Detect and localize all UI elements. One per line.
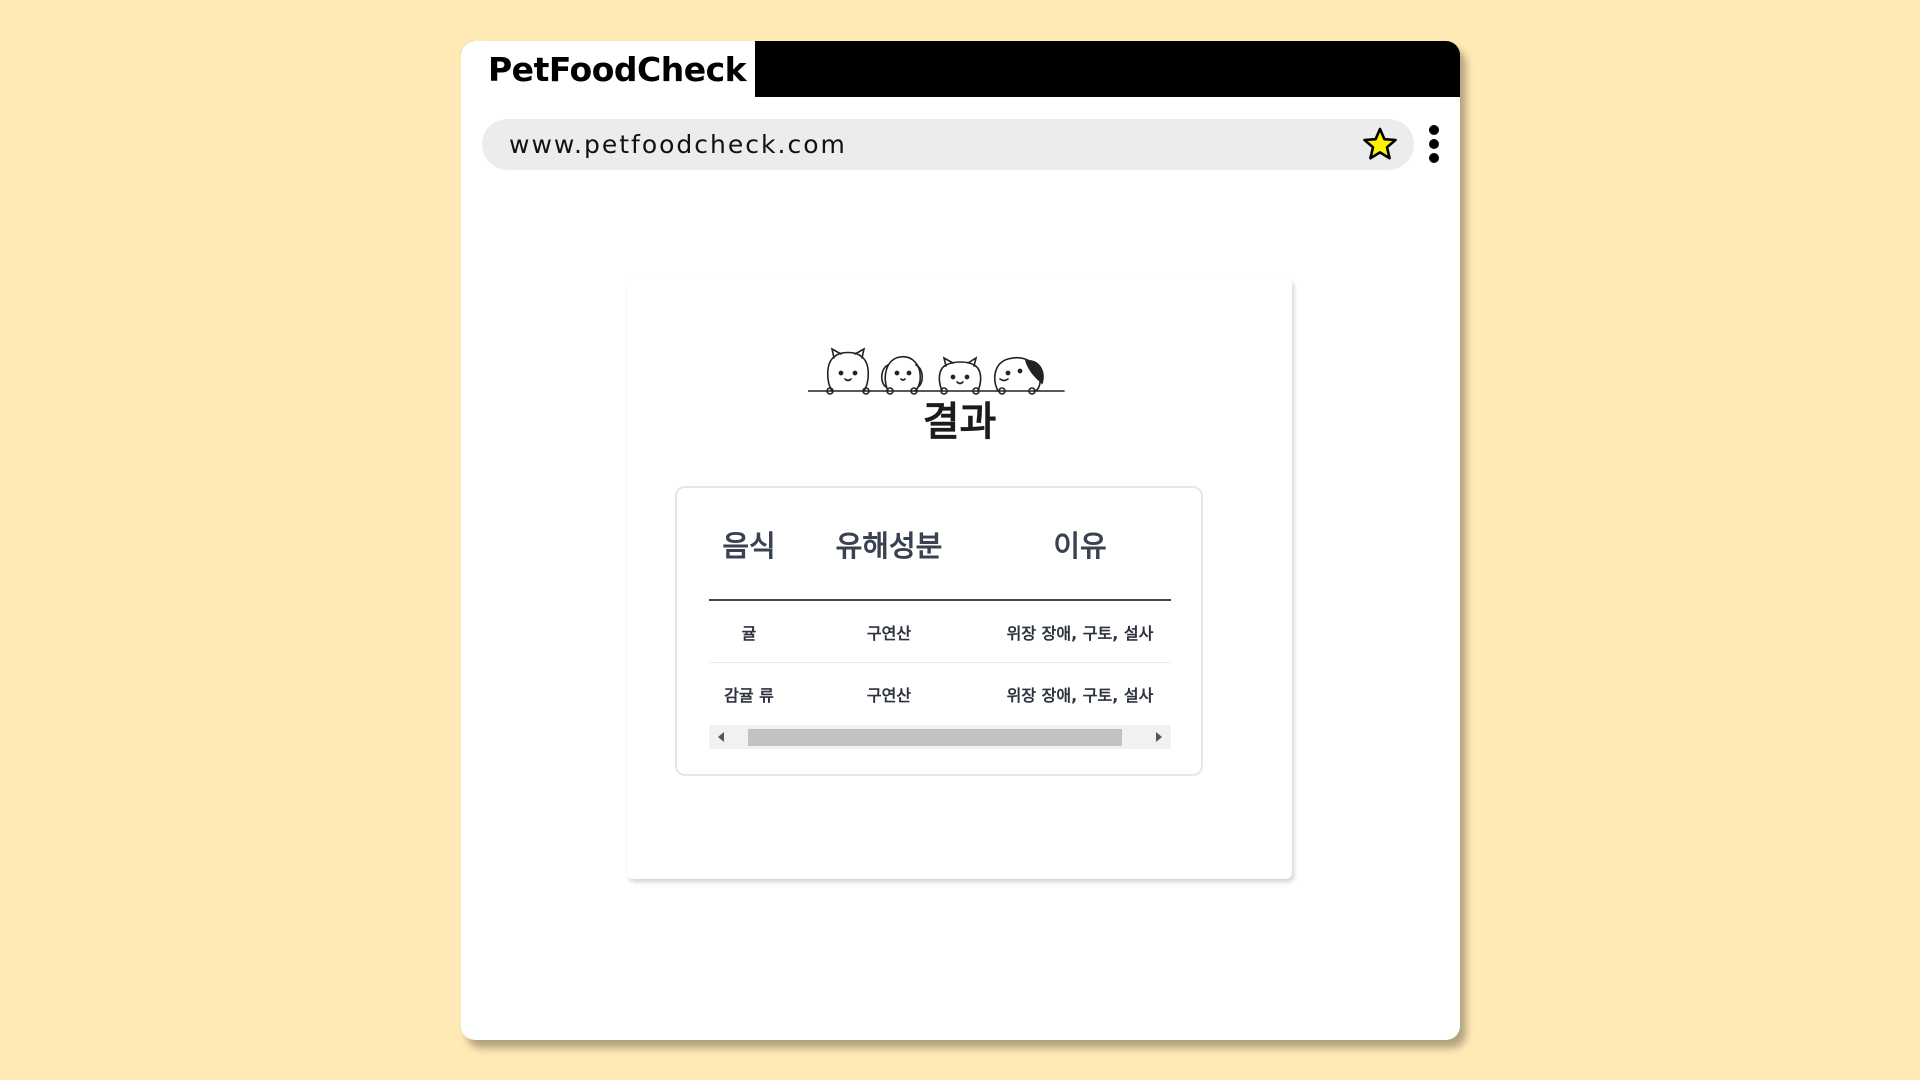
column-header-food: 음식 — [722, 528, 776, 563]
scrollbar-thumb[interactable] — [748, 729, 1122, 746]
cell-reason: 위장 장애, 구토, 설사 — [1006, 623, 1154, 643]
address-bar[interactable]: www.petfoodcheck.com — [482, 119, 1414, 170]
cell-ingredient: 구연산 — [866, 623, 912, 643]
url-text[interactable]: www.petfoodcheck.com — [509, 119, 847, 170]
scroll-left-arrow-icon[interactable] — [709, 725, 733, 749]
results-table-card: 음식 유해성분 이유 귤 구연산 위장 장애, 구토, 설사 감귤 류 구연산 … — [675, 486, 1203, 776]
table-row: 감귤 류 구연산 위장 장애, 구토, 설사 — [709, 663, 1171, 724]
scroll-right-arrow-icon[interactable] — [1147, 725, 1171, 749]
table-row: 귤 구연산 위장 장애, 구토, 설사 — [709, 601, 1171, 663]
column-header-ingredient: 유해성분 — [835, 528, 943, 563]
cell-food: 귤 — [741, 623, 757, 643]
tab-title: PetFoodCheck — [488, 49, 747, 89]
horizontal-scrollbar[interactable] — [709, 725, 1171, 749]
kebab-menu-icon[interactable] — [1426, 125, 1442, 165]
column-header-reason: 이유 — [1053, 528, 1107, 563]
browser-tab[interactable]: PetFoodCheck — [461, 41, 755, 97]
results-table: 음식 유해성분 이유 귤 구연산 위장 장애, 구토, 설사 감귤 류 구연산 … — [709, 488, 1171, 724]
table-header-row: 음식 유해성분 이유 — [709, 488, 1171, 601]
page-title: 결과 — [922, 399, 997, 445]
cell-food: 감귤 류 — [724, 685, 774, 705]
cell-ingredient: 구연산 — [866, 685, 912, 705]
cell-reason: 위장 장애, 구토, 설사 — [1006, 685, 1154, 705]
star-icon[interactable] — [1362, 126, 1398, 162]
